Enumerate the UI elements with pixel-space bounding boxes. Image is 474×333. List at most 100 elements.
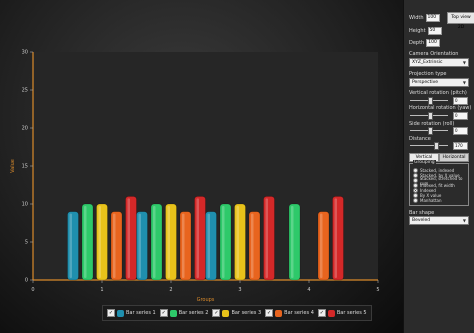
pitch-slider-thumb[interactable]	[428, 97, 433, 105]
bar-highlight	[320, 213, 323, 278]
bar	[136, 211, 148, 281]
legend-label: Bar series 1	[126, 310, 156, 316]
camera-orientation-value: XYZ_Extrinsic	[412, 60, 443, 65]
bar-highlight	[113, 213, 116, 278]
chevron-down-icon: ▼	[462, 218, 466, 223]
x-tick-label: 0	[31, 287, 34, 293]
height-input[interactable]: 50	[427, 27, 442, 35]
legend-item[interactable]: ✓ Bar series 4	[265, 309, 314, 317]
depth-row: Depth 100	[409, 39, 441, 47]
chevron-down-icon: ▼	[462, 80, 466, 85]
legend-swatch	[275, 309, 283, 317]
legend-checkbox[interactable]: ✓	[107, 309, 115, 317]
legend-label: Bar series 5	[336, 310, 367, 316]
pitch-spinbox[interactable]: 0	[453, 97, 468, 105]
x-tick-label: 2	[169, 287, 172, 293]
distance-slider-thumb[interactable]	[434, 142, 439, 150]
camera-orientation-select[interactable]: XYZ_Extrinsic ▼	[409, 58, 469, 67]
legend: ✓ Bar series 1 ✓ Bar series 2 ✓ Bar series 3 ✓…	[102, 305, 372, 321]
bar	[288, 203, 301, 281]
bar-shape-value: Beveled	[412, 218, 431, 223]
bar	[205, 211, 217, 281]
chart-area: 0 5 10 15 20 25 30 0 1 2 3 4 5 Groups Value ✓ Bar serie…	[0, 0, 403, 333]
bar-highlight	[251, 213, 254, 278]
tab-horizontal[interactable]: Horizontal	[439, 153, 469, 162]
legend-item[interactable]: ✓ Bar series 1	[107, 309, 156, 317]
bar	[125, 196, 137, 281]
legend-checkbox[interactable]: ✓	[212, 309, 221, 317]
roll-slider[interactable]	[410, 127, 448, 135]
legend-item[interactable]: ✓ Bar series 3	[212, 309, 261, 317]
y-tick-label: 10	[22, 202, 28, 208]
projection-type-select[interactable]: Perspective ▼	[409, 78, 469, 87]
roll-spinbox[interactable]: 0	[453, 127, 468, 135]
legend-item[interactable]: ✓ Bar series 2	[159, 309, 209, 317]
bar-highlight	[167, 206, 170, 278]
depth-input[interactable]: 100	[426, 39, 441, 47]
height-label: Height	[409, 28, 426, 34]
bar-highlight	[207, 213, 210, 278]
bar	[317, 211, 330, 281]
grouping-options: Stacked, indexed Stacked, by X value Stack…	[410, 168, 468, 203]
top-view-button[interactable]: Top view 2D	[447, 12, 474, 30]
legend-label: Bar series 3	[231, 310, 262, 316]
y-axis-label: Value	[10, 159, 16, 173]
distance-spinbox[interactable]: 170	[453, 142, 468, 150]
distance-slider[interactable]	[410, 142, 448, 150]
bar-highlight	[222, 206, 225, 278]
legend-label: Bar series 2	[178, 310, 209, 316]
yaw-slider[interactable]	[410, 112, 448, 120]
legend-checkbox[interactable]: ✓	[317, 309, 326, 317]
bar	[96, 203, 108, 281]
pitch-label: Vertical rotation (pitch)	[409, 90, 467, 96]
legend-label: Bar series 4	[284, 310, 314, 316]
pitch-slider[interactable]	[410, 97, 448, 105]
y-tick-label: 15	[22, 164, 28, 170]
y-tick-label: 30	[22, 50, 28, 56]
bar-shape-select[interactable]: Beveled ▼	[409, 216, 469, 225]
bar	[110, 211, 123, 281]
depth-label: Depth	[409, 40, 425, 46]
legend-item[interactable]: ✓ Bar series 5	[317, 309, 367, 317]
settings-panel: Width 100 Top view 2D Height 50 Depth 10…	[403, 0, 474, 333]
camera-orientation-label: Camera Orientation	[409, 51, 459, 57]
bar-highlight	[196, 198, 199, 278]
bar-highlight	[182, 213, 185, 278]
grouping-group: Grouping Stacked, indexed Stacked, by X v…	[409, 160, 469, 206]
chevron-down-icon: ▼	[462, 60, 466, 65]
y-tick-label: 0	[25, 278, 28, 284]
bar-highlight	[98, 206, 101, 278]
bar	[81, 203, 94, 281]
bar-highlight	[138, 213, 141, 278]
yaw-slider-thumb[interactable]	[428, 112, 433, 120]
x-tick-label: 5	[376, 287, 379, 293]
bar-highlight	[69, 213, 72, 278]
grouping-option[interactable]: Manhattan	[413, 198, 468, 203]
grouping-title: Grouping	[413, 160, 436, 165]
bar	[263, 196, 275, 281]
bar	[179, 211, 192, 281]
legend-swatch	[169, 309, 177, 317]
legend-swatch	[327, 309, 335, 317]
projection-type-value: Perspective	[412, 80, 439, 85]
yaw-label: Horizontal rotation (yaw)	[409, 105, 472, 111]
bar	[248, 211, 261, 281]
x-tick-label: 4	[307, 287, 310, 293]
bar-highlight	[291, 206, 294, 278]
bar-highlight	[265, 198, 268, 278]
grouping-option-label: Manhattan	[420, 198, 442, 203]
width-row: Width 100	[409, 14, 440, 22]
width-label: Width	[409, 15, 424, 21]
legend-swatch	[222, 309, 230, 317]
bar-highlight	[334, 198, 337, 278]
legend-checkbox[interactable]: ✓	[265, 309, 274, 317]
projection-type-label: Projection type	[409, 71, 447, 77]
bar	[219, 203, 232, 281]
width-input[interactable]: 100	[425, 14, 440, 22]
radio-button[interactable]	[413, 198, 418, 203]
bar-highlight	[127, 198, 130, 278]
roll-slider-thumb[interactable]	[428, 127, 433, 135]
yaw-spinbox[interactable]: 0	[453, 112, 468, 120]
bar	[67, 211, 79, 281]
legend-checkbox[interactable]: ✓	[159, 309, 168, 317]
